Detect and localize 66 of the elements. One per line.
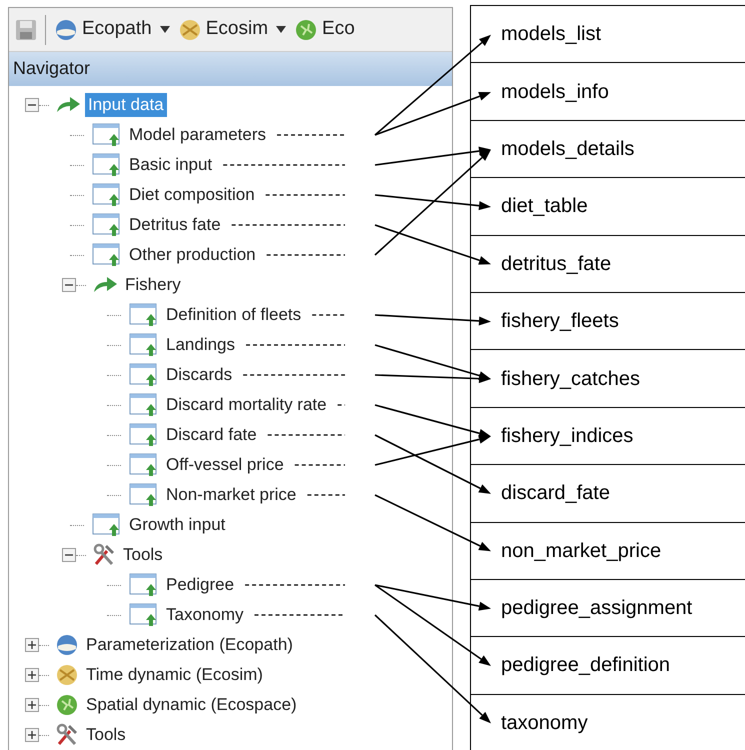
- page-icon: [92, 153, 122, 177]
- page-icon: [92, 123, 122, 147]
- page-icon: [129, 303, 159, 327]
- page-icon: [92, 513, 122, 537]
- collapse-icon[interactable]: [62, 548, 76, 562]
- arrow-icon: [55, 96, 81, 114]
- globe-icon: [55, 693, 79, 717]
- tree-item[interactable]: Landings: [163, 333, 238, 357]
- expand-icon[interactable]: [25, 728, 39, 742]
- leader-line: [307, 494, 345, 496]
- page-icon: [129, 483, 159, 507]
- globe-icon: [54, 18, 78, 42]
- tree-item[interactable]: Off-vessel price: [163, 453, 287, 477]
- collapse-icon[interactable]: [25, 98, 39, 112]
- tree-item[interactable]: Fishery: [122, 273, 184, 297]
- tree-item[interactable]: Tools: [83, 723, 129, 747]
- tree-item[interactable]: Pedigree: [163, 573, 238, 597]
- page-icon: [92, 213, 122, 237]
- tree-item[interactable]: Discards: [163, 363, 236, 387]
- tools-icon: [92, 543, 116, 567]
- tree-item[interactable]: Detritus fate: [126, 213, 224, 237]
- tree-item[interactable]: Taxonomy: [163, 603, 246, 627]
- save-icon: [15, 18, 37, 40]
- toolbar-button[interactable]: Ecopath: [54, 15, 152, 44]
- tree-item[interactable]: Basic input: [126, 153, 216, 177]
- page-icon: [129, 453, 159, 477]
- expand-icon[interactable]: [25, 698, 39, 712]
- page-icon: [129, 603, 159, 627]
- collapse-icon[interactable]: [62, 278, 76, 292]
- tree-item[interactable]: Definition of fleets: [163, 303, 304, 327]
- leader-line: [277, 134, 345, 136]
- tree-item[interactable]: Model parameters: [126, 123, 270, 147]
- toolbar-button[interactable]: Ecosim: [178, 15, 268, 44]
- tree-item[interactable]: Discard mortality rate: [163, 393, 330, 417]
- tree-item[interactable]: Discard fate: [163, 423, 260, 447]
- leader-line: [312, 314, 345, 316]
- tree-item[interactable]: Tools: [120, 543, 166, 567]
- tree-item[interactable]: Diet composition: [126, 183, 258, 207]
- dropdown-caret-icon[interactable]: [276, 26, 286, 33]
- leader-line: [338, 404, 345, 406]
- tree-item[interactable]: Parameterization (Ecopath): [83, 633, 296, 657]
- tools-icon: [55, 723, 79, 747]
- page-icon: [129, 423, 159, 447]
- dropdown-caret-icon[interactable]: [160, 26, 170, 33]
- tree-item[interactable]: Non-market price: [163, 483, 300, 507]
- page-icon: [129, 363, 159, 387]
- page-icon: [92, 183, 122, 207]
- page-icon: [129, 573, 159, 597]
- arrow-icon: [92, 276, 118, 294]
- tree-item[interactable]: Time dynamic (Ecosim): [83, 663, 266, 687]
- tree-item[interactable]: Growth input: [126, 513, 228, 537]
- page-icon: [129, 393, 159, 417]
- panel-title: Navigator: [9, 52, 452, 86]
- save-button[interactable]: [15, 18, 37, 40]
- page-icon: [129, 333, 159, 357]
- page-icon: [92, 243, 122, 267]
- tree-item[interactable]: Other production: [126, 243, 259, 267]
- leader-line: [294, 464, 345, 466]
- globe-icon: [294, 18, 318, 42]
- globe-icon: [55, 663, 79, 687]
- expand-icon[interactable]: [25, 668, 39, 682]
- expand-icon[interactable]: [25, 638, 39, 652]
- toolbar-button[interactable]: Eco: [294, 15, 355, 44]
- globe-icon: [178, 18, 202, 42]
- globe-icon: [55, 633, 79, 657]
- tree-item[interactable]: Spatial dynamic (Ecospace): [83, 693, 300, 717]
